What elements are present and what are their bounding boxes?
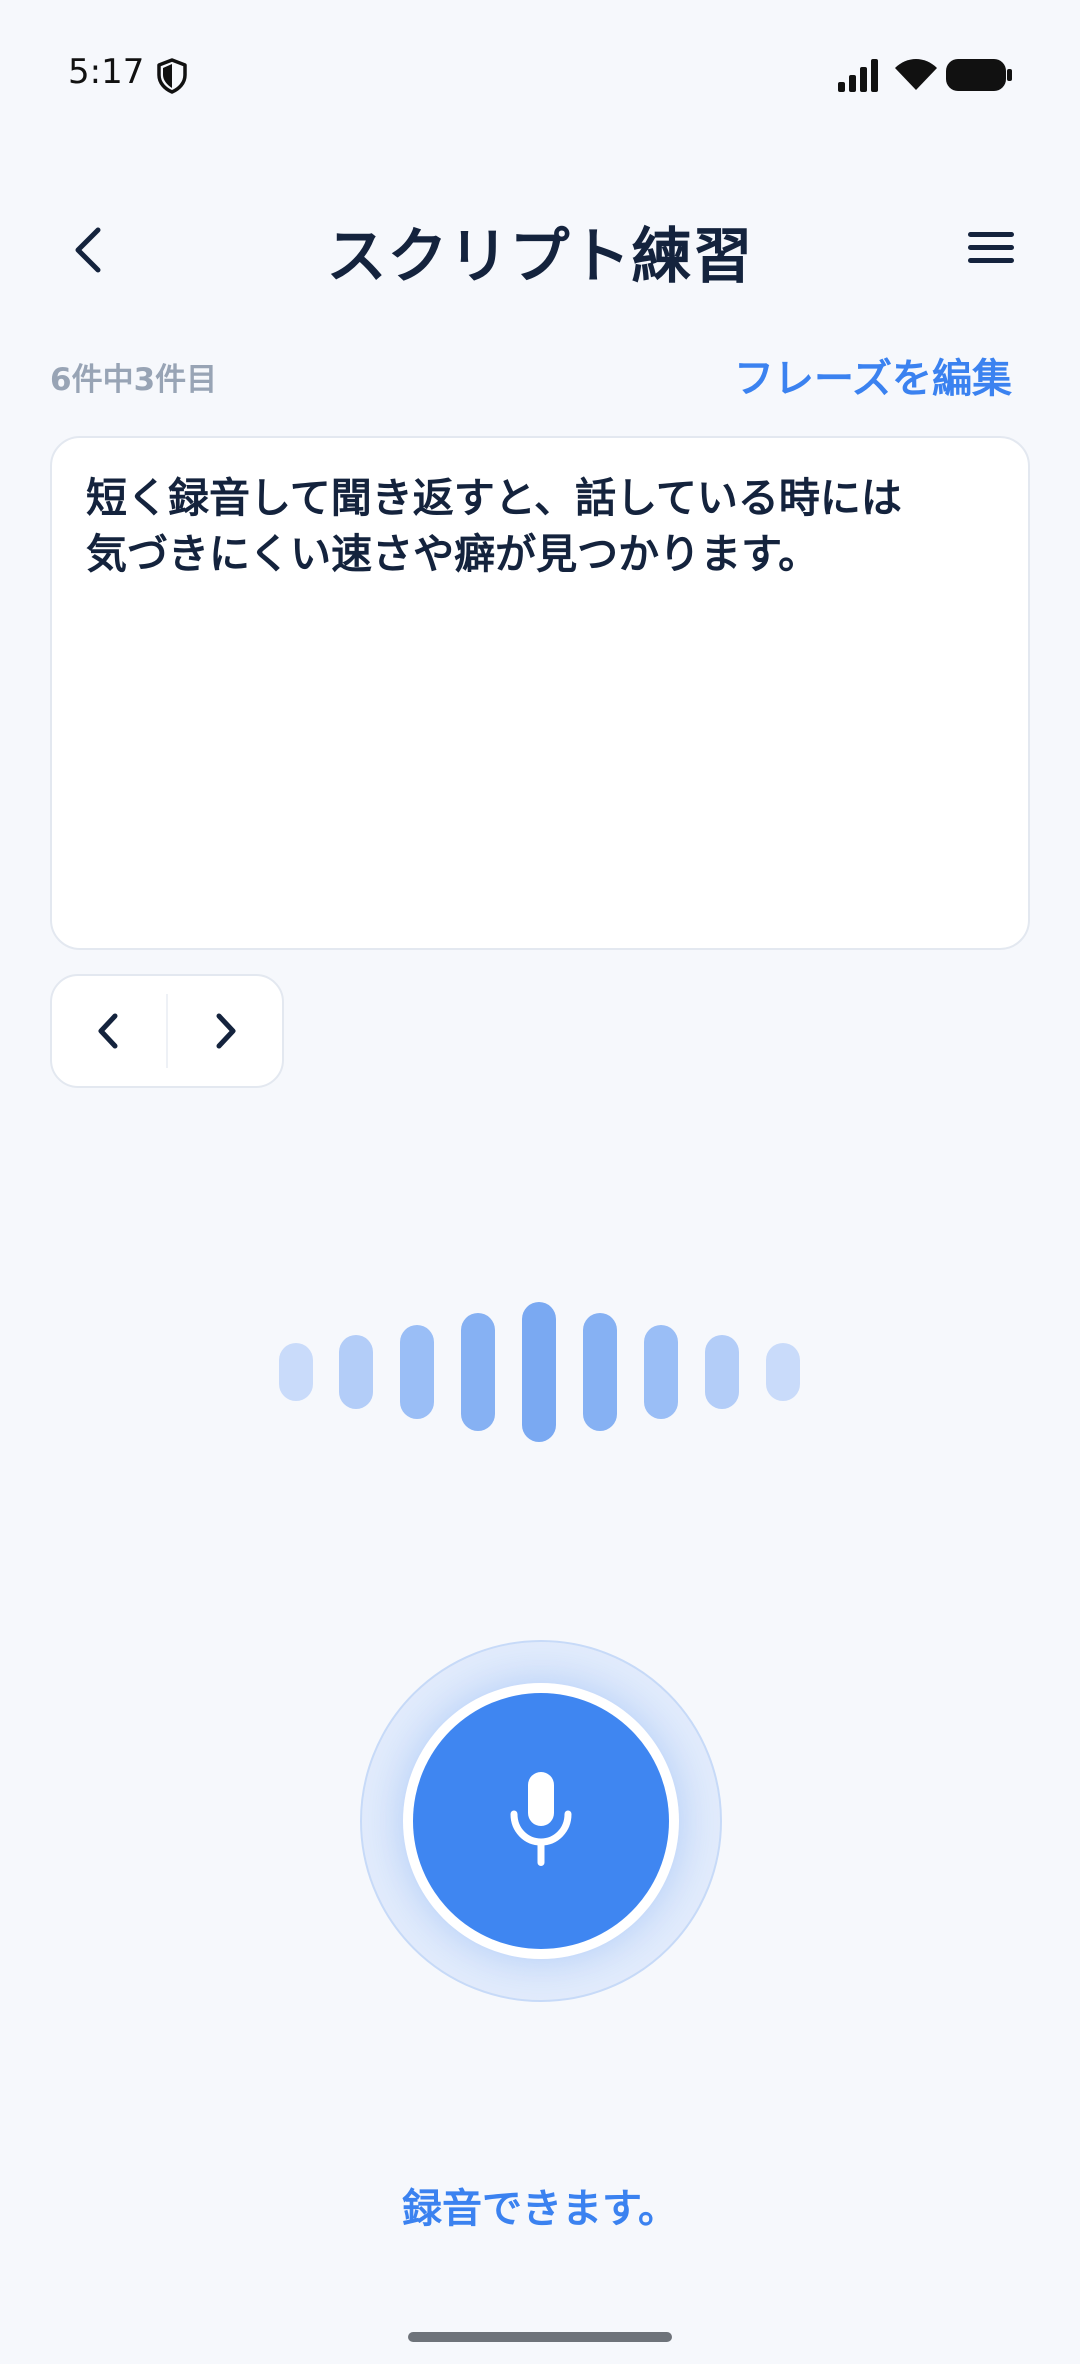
next-phrase-button[interactable] <box>168 976 282 1086</box>
battery-icon <box>946 59 1012 91</box>
microphone-icon <box>510 1772 572 1866</box>
wave-bar <box>522 1302 556 1442</box>
home-indicator[interactable] <box>408 2332 672 2342</box>
wifi-icon <box>895 59 937 90</box>
wave-bar <box>705 1335 739 1409</box>
record-status: 録音できます。 <box>402 2186 678 2232</box>
page-title: スクリプト練習 <box>326 222 754 292</box>
shield-icon <box>157 58 187 94</box>
wave-bar <box>400 1325 434 1419</box>
edit-phrase-link[interactable]: フレーズを編集 <box>734 346 1012 404</box>
phrase-counter: 6件中3件目 <box>50 362 218 398</box>
wave-bar <box>279 1343 313 1401</box>
wave-bar <box>583 1313 617 1431</box>
wave-bar <box>644 1325 678 1419</box>
prev-phrase-button[interactable] <box>52 976 166 1086</box>
wave-bar <box>461 1313 495 1431</box>
script-text: 短く録音して聞き返すと、話している時には 気づきにくい速さや癖が見つかります。 <box>86 470 986 582</box>
script-line: 短く録音して聞き返すと、話している時には <box>86 474 902 522</box>
menu-button[interactable] <box>966 228 1016 268</box>
wave-bar <box>339 1335 373 1409</box>
wave-bar <box>766 1343 800 1401</box>
status-time: 5:17 <box>68 52 145 92</box>
signal-icon <box>838 59 878 92</box>
script-line: 気づきにくい速さや癖が見つかります。 <box>86 530 820 578</box>
